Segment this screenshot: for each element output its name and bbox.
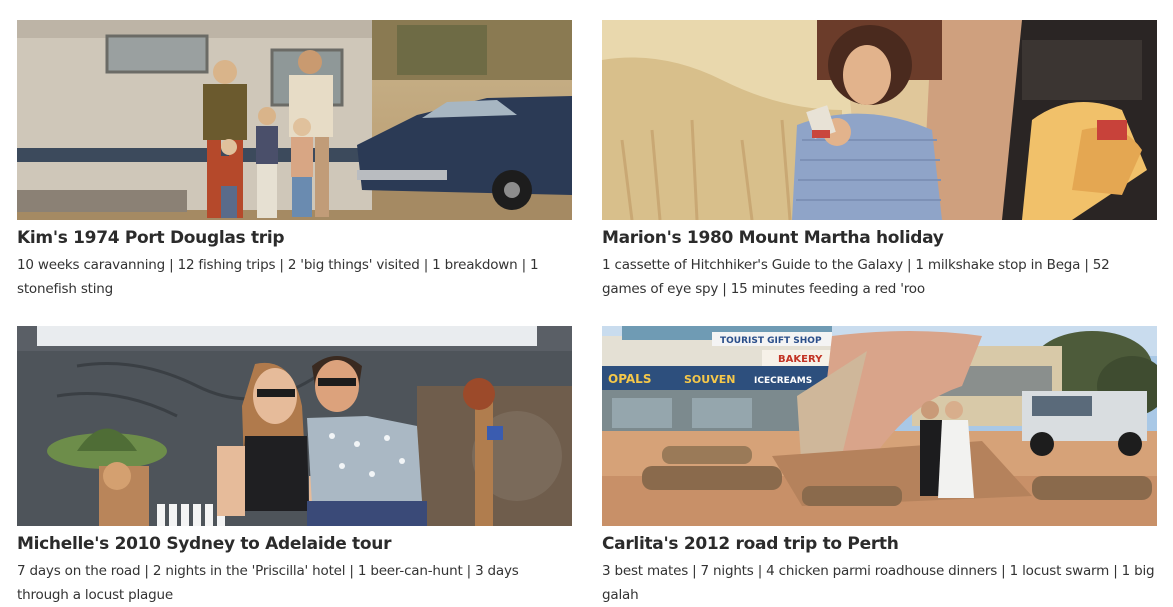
girl-drinking-photo[interactable] bbox=[602, 20, 1157, 220]
trip-card: Kim's 1974 Port Douglas trip 10 weeks ca… bbox=[17, 20, 572, 301]
opals-sign: OPALS bbox=[608, 372, 651, 386]
bakery-sign: BAKERY bbox=[778, 354, 823, 365]
tourist-shop-sign: TOURIST GIFT SHOP bbox=[720, 336, 822, 346]
family-caravan-photo[interactable] bbox=[17, 20, 572, 220]
souvenirs-sign: SOUVEN bbox=[684, 373, 735, 386]
trip-card: TOURIST GIFT SHOP BAKERY OPALS SOUVEN IC… bbox=[602, 326, 1157, 607]
roadhouse-photo[interactable]: TOURIST GIFT SHOP BAKERY OPALS SOUVEN IC… bbox=[602, 326, 1157, 526]
trip-title[interactable]: Kim's 1974 Port Douglas trip bbox=[17, 228, 572, 248]
trip-title[interactable]: Michelle's 2010 Sydney to Adelaide tour bbox=[17, 534, 572, 554]
trip-title[interactable]: Marion's 1980 Mount Martha holiday bbox=[602, 228, 1157, 248]
trip-stats: 1 cassette of Hitchhiker's Guide to the … bbox=[602, 257, 1110, 297]
icecreams-sign: ICECREAMS bbox=[754, 376, 812, 386]
trip-card: Michelle's 2010 Sydney to Adelaide tour … bbox=[17, 326, 572, 607]
trip-stats: 10 weeks caravanning | 12 fishing trips … bbox=[17, 257, 539, 297]
couple-sitting-photo[interactable] bbox=[17, 326, 572, 526]
trip-stats: 3 best mates | 7 nights | 4 chicken parm… bbox=[602, 563, 1155, 603]
trip-stats: 7 days on the road | 2 nights in the 'Pr… bbox=[17, 563, 519, 603]
trip-title[interactable]: Carlita's 2012 road trip to Perth bbox=[602, 534, 1157, 554]
trip-card: Marion's 1980 Mount Martha holiday 1 cas… bbox=[602, 20, 1157, 301]
